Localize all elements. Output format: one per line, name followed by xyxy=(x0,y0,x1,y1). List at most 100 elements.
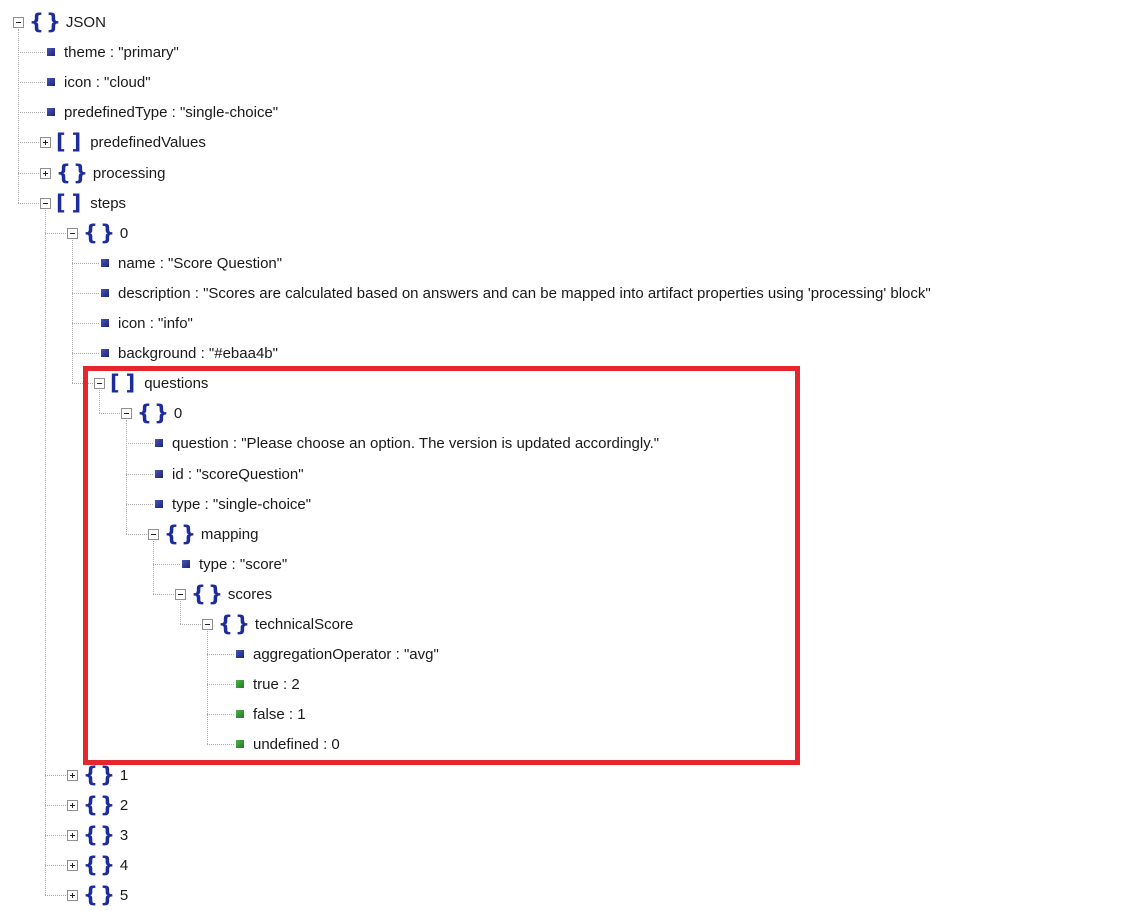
tree-connector-line xyxy=(18,112,45,113)
leaf-key: icon xyxy=(64,73,92,91)
highlight-box xyxy=(83,366,800,765)
expand-icon[interactable] xyxy=(40,136,51,148)
tree-connector-line xyxy=(72,323,99,324)
node-label: 4 xyxy=(119,856,129,874)
array-bracket-icon: [] xyxy=(56,190,88,215)
tree-node-root[interactable]: {} JSON xyxy=(13,7,106,37)
tree-leaf-steps-0-background: background : "#ebaa4b" xyxy=(101,338,278,368)
tree-connector-line xyxy=(72,263,99,264)
leaf-separator: : xyxy=(91,73,105,91)
tree-connector-line xyxy=(18,203,39,204)
object-brace-icon: {} xyxy=(83,882,117,907)
node-label: 0 xyxy=(119,224,129,242)
tree-leaf-theme: theme : "primary" xyxy=(47,37,179,67)
tree-node-steps-2[interactable]: {} 2 xyxy=(67,790,128,820)
node-label: predefinedValues xyxy=(90,133,206,151)
expand-icon[interactable] xyxy=(67,769,78,781)
leaf-key: background xyxy=(118,344,197,362)
leaf-text: background : "#ebaa4b" xyxy=(118,345,278,362)
array-bracket-icon: [] xyxy=(56,129,88,154)
collapse-icon[interactable] xyxy=(40,197,51,209)
string-leaf-icon xyxy=(101,289,109,297)
object-brace-icon: {} xyxy=(83,822,117,847)
leaf-separator: : xyxy=(196,344,209,362)
string-leaf-icon xyxy=(101,319,109,327)
string-leaf-icon xyxy=(47,48,55,56)
expand-icon[interactable] xyxy=(67,859,78,871)
leaf-value: "Scores are calculated based on answers … xyxy=(203,284,931,302)
tree-leaf-steps-0-icon: icon : "info" xyxy=(101,308,193,338)
node-label: JSON xyxy=(65,13,106,31)
collapse-icon[interactable] xyxy=(67,227,78,239)
leaf-separator: : xyxy=(167,103,180,121)
leaf-value: "Score Question" xyxy=(168,254,283,272)
tree-leaf-steps-0-description: description : "Scores are calculated bas… xyxy=(101,278,931,308)
tree-connector-line xyxy=(72,240,73,383)
tree-connector-line xyxy=(45,835,66,836)
leaf-value: "single-choice" xyxy=(179,103,279,121)
leaf-text: icon : "cloud" xyxy=(64,74,151,91)
node-label: 3 xyxy=(119,826,129,844)
object-brace-icon: {} xyxy=(83,762,117,787)
expand-icon[interactable] xyxy=(40,167,51,179)
tree-leaf-predefinedType: predefinedType : "single-choice" xyxy=(47,97,278,127)
tree-connector-line xyxy=(45,775,66,776)
node-label: processing xyxy=(92,164,166,182)
tree-connector-line xyxy=(18,82,45,83)
object-brace-icon: {} xyxy=(56,160,90,185)
object-brace-icon: {} xyxy=(83,852,117,877)
tree-connector-line xyxy=(45,805,66,806)
expand-icon[interactable] xyxy=(67,889,78,901)
tree-connector-line xyxy=(72,293,99,294)
expand-icon[interactable] xyxy=(67,829,78,841)
leaf-text: name : "Score Question" xyxy=(118,255,282,272)
leaf-key: theme xyxy=(64,43,106,61)
leaf-separator: : xyxy=(105,43,119,61)
tree-connector-line xyxy=(45,210,46,895)
tree-node-steps-3[interactable]: {} 3 xyxy=(67,820,128,850)
tree-connector-line xyxy=(18,29,19,203)
string-leaf-icon xyxy=(47,78,55,86)
tree-leaf-icon: icon : "cloud" xyxy=(47,67,151,97)
tree-node-steps[interactable]: [] steps xyxy=(40,188,126,218)
leaf-text: icon : "info" xyxy=(118,315,193,332)
collapse-icon[interactable] xyxy=(13,16,24,28)
leaf-separator: : xyxy=(145,314,159,332)
string-leaf-icon xyxy=(47,108,55,116)
leaf-text: theme : "primary" xyxy=(64,44,179,61)
object-brace-icon: {} xyxy=(83,792,117,817)
leaf-value: "primary" xyxy=(118,43,179,61)
leaf-key: description xyxy=(118,284,191,302)
node-label: 2 xyxy=(119,796,129,814)
leaf-separator: : xyxy=(155,254,169,272)
node-label: 1 xyxy=(119,766,129,784)
tree-connector-line xyxy=(45,233,66,234)
string-leaf-icon xyxy=(101,349,109,357)
node-label: steps xyxy=(90,194,127,212)
tree-connector-line xyxy=(18,173,39,174)
json-tree-view: {} JSON theme : "primary" icon : "cloud" pre… xyxy=(0,0,1146,911)
leaf-key: icon xyxy=(118,314,146,332)
object-brace-icon: {} xyxy=(83,220,117,245)
leaf-value: "#ebaa4b" xyxy=(208,344,278,362)
leaf-key: name xyxy=(118,254,156,272)
tree-node-steps-4[interactable]: {} 4 xyxy=(67,850,128,880)
leaf-text: description : "Scores are calculated bas… xyxy=(118,285,931,302)
tree-connector-line xyxy=(45,895,66,896)
leaf-key: predefinedType xyxy=(64,103,168,121)
tree-connector-line xyxy=(18,52,45,53)
tree-node-steps-5[interactable]: {} 5 xyxy=(67,880,128,910)
tree-connector-line xyxy=(72,353,99,354)
leaf-text: predefinedType : "single-choice" xyxy=(64,104,278,121)
tree-leaf-steps-0-name: name : "Score Question" xyxy=(101,248,282,278)
leaf-separator: : xyxy=(190,284,204,302)
object-brace-icon: {} xyxy=(29,9,63,34)
expand-icon[interactable] xyxy=(67,799,78,811)
tree-node-steps-0[interactable]: {} 0 xyxy=(67,218,128,248)
tree-connector-line xyxy=(18,142,39,143)
tree-node-processing[interactable]: {} processing xyxy=(40,158,165,188)
node-label: 5 xyxy=(119,886,129,904)
leaf-value: "cloud" xyxy=(104,73,151,91)
tree-connector-line xyxy=(45,865,66,866)
tree-node-predefinedValues[interactable]: [] predefinedValues xyxy=(40,127,206,157)
